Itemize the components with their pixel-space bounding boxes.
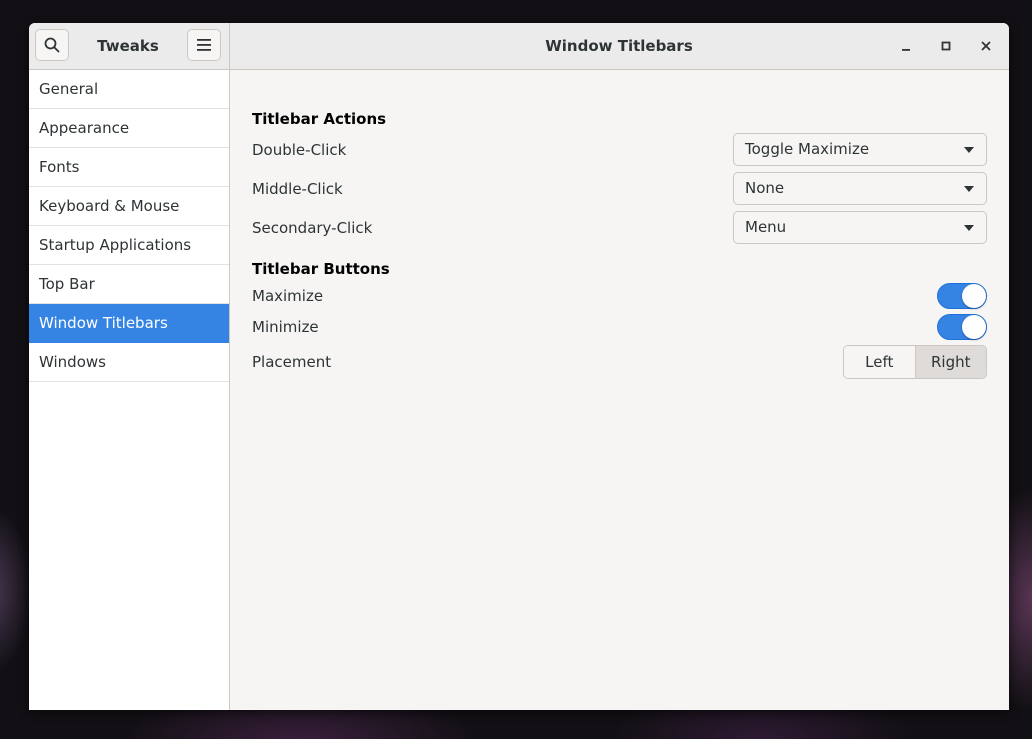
sidebar-title: Tweaks xyxy=(97,37,159,55)
double-click-label: Double-Click xyxy=(252,141,347,159)
sidebar-item-general[interactable]: General xyxy=(29,70,229,109)
minimize-button[interactable] xyxy=(894,34,918,58)
maximize-button[interactable] xyxy=(934,34,958,58)
switch-knob xyxy=(962,315,986,339)
secondary-click-dropdown[interactable]: Menu xyxy=(733,211,987,244)
placement-toggle: Left Right xyxy=(843,345,987,379)
sidebar-item-startup-applications[interactable]: Startup Applications xyxy=(29,226,229,265)
window-title: Window Titlebars xyxy=(545,37,693,55)
middle-click-dropdown[interactable]: None xyxy=(733,172,987,205)
minimize-label: Minimize xyxy=(252,318,319,336)
maximize-icon xyxy=(941,41,951,51)
sidebar-item-top-bar[interactable]: Top Bar xyxy=(29,265,229,304)
menu-button[interactable] xyxy=(187,29,221,61)
close-icon xyxy=(981,41,991,51)
middle-click-value: None xyxy=(745,179,785,197)
sidebar-item-window-titlebars[interactable]: Window Titlebars xyxy=(29,304,229,343)
close-button[interactable] xyxy=(974,34,998,58)
tweaks-window: Tweaks Window Titlebars General Appearan… xyxy=(29,23,1009,710)
middle-click-label: Middle-Click xyxy=(252,180,343,198)
sidebar-item-fonts[interactable]: Fonts xyxy=(29,148,229,187)
secondary-click-label: Secondary-Click xyxy=(252,219,373,237)
switch-knob xyxy=(962,284,986,308)
minimize-icon xyxy=(902,49,910,51)
hamburger-menu-icon xyxy=(197,39,211,51)
maximize-label: Maximize xyxy=(252,287,324,305)
placement-left-button[interactable]: Left xyxy=(844,346,915,378)
search-button[interactable] xyxy=(35,29,69,61)
headerbar: Tweaks Window Titlebars xyxy=(29,23,1009,70)
sidebar-item-keyboard-mouse[interactable]: Keyboard & Mouse xyxy=(29,187,229,226)
chevron-down-icon xyxy=(964,147,974,153)
titlebar-actions-heading: Titlebar Actions xyxy=(252,110,387,128)
placement-label: Placement xyxy=(252,353,332,371)
sidebar-item-appearance[interactable]: Appearance xyxy=(29,109,229,148)
sidebar: General Appearance Fonts Keyboard & Mous… xyxy=(29,70,230,710)
settings-panel: Titlebar Actions Double-Click Toggle Max… xyxy=(230,70,1009,710)
maximize-switch[interactable] xyxy=(937,283,987,309)
double-click-dropdown[interactable]: Toggle Maximize xyxy=(733,133,987,166)
titlebar-buttons-heading: Titlebar Buttons xyxy=(252,260,390,278)
secondary-click-value: Menu xyxy=(745,218,787,236)
double-click-value: Toggle Maximize xyxy=(745,140,870,158)
sidebar-item-windows[interactable]: Windows xyxy=(29,343,229,382)
minimize-switch[interactable] xyxy=(937,314,987,340)
chevron-down-icon xyxy=(964,225,974,231)
chevron-down-icon xyxy=(964,186,974,192)
placement-right-button[interactable]: Right xyxy=(914,346,986,378)
sidebar-headerbar: Tweaks xyxy=(29,23,230,69)
search-icon xyxy=(44,37,60,53)
